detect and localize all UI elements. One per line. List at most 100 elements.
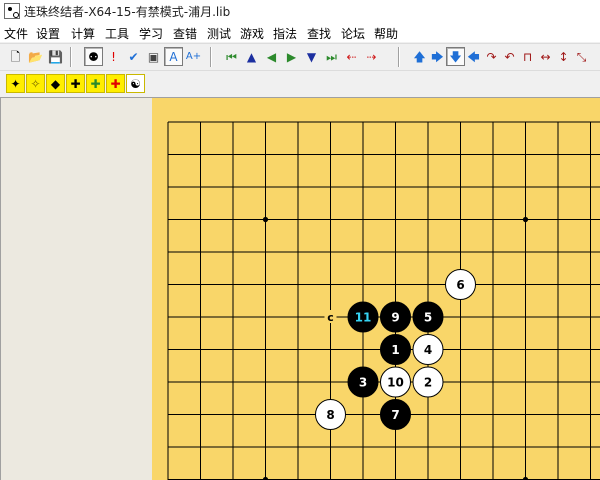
flip-horizontal-button[interactable]: ↔ xyxy=(536,47,555,66)
stone-move-number: 6 xyxy=(456,278,464,292)
yin-yang-button[interactable]: ☯ xyxy=(126,74,145,93)
new-file-icon: 🗋 xyxy=(10,49,21,64)
menu-check-errors[interactable]: 查错 xyxy=(173,25,197,42)
menu-test[interactable]: 测试 xyxy=(207,25,231,42)
dotted-star-button[interactable]: ✧ xyxy=(26,74,45,93)
left-triangle-button[interactable]: ◀ xyxy=(262,47,281,66)
arrow-left-button[interactable]: 🡄 xyxy=(464,47,483,66)
star-point xyxy=(522,216,529,223)
new-file-button[interactable]: 🗋 xyxy=(6,47,25,66)
down-triangle-icon: ▼ xyxy=(306,49,317,64)
right-triangle-button[interactable]: ▶ xyxy=(282,47,301,66)
menu-search[interactable]: 查找 xyxy=(307,25,331,42)
branch-right-icon: ⇢ xyxy=(366,49,377,64)
toolbar-separator xyxy=(210,47,212,67)
stone-move-number: 2 xyxy=(424,376,432,390)
exclamation-button[interactable]: ! xyxy=(104,47,123,66)
font-a-plus-icon: A+ xyxy=(185,50,202,62)
menu-fingering[interactable]: 指法 xyxy=(273,25,297,42)
stone-move-number: 11 xyxy=(355,311,372,325)
diagonal-swap-icon: ⤡ xyxy=(576,49,587,64)
stones-button[interactable]: ⚉ xyxy=(84,47,103,66)
app-icon xyxy=(4,3,20,19)
stone-move-number: 3 xyxy=(359,376,367,390)
window-title: 连珠终结者-X64-15-有禁模式-浦月.lib xyxy=(24,5,231,19)
menu-settings[interactable]: 设置 xyxy=(36,25,60,42)
yellow-cross-icon: ✚ xyxy=(70,76,81,91)
board-area: c 1 2 3 4 5 6 7 8 9 10 11 xyxy=(152,97,600,480)
black-diamond-button[interactable]: ◆ xyxy=(46,74,65,93)
sparkle-star-icon: ✦ xyxy=(10,76,21,91)
sparkle-star-button[interactable]: ✦ xyxy=(6,74,25,93)
down-triangle-button[interactable]: ▼ xyxy=(302,47,321,66)
flip-vertical-button[interactable]: ↕ xyxy=(554,47,573,66)
save-button[interactable]: 💾 xyxy=(46,47,65,66)
yellow-cross-button[interactable]: ✚ xyxy=(66,74,85,93)
first-move-button[interactable]: ⏮ xyxy=(222,47,241,66)
stone-move-number: 9 xyxy=(391,311,399,325)
toolbar-separator xyxy=(70,47,72,67)
open-folder-button[interactable]: 📂 xyxy=(26,47,45,66)
diagonal-swap-button[interactable]: ⤡ xyxy=(572,47,591,66)
stone-move-number: 8 xyxy=(326,408,334,422)
menu-learn[interactable]: 学习 xyxy=(139,25,163,42)
flip-u-button[interactable]: ⊓ xyxy=(518,47,537,66)
arrow-left-icon: 🡄 xyxy=(467,49,480,64)
image-button[interactable]: ▣ xyxy=(144,47,163,66)
exclamation-icon: ! xyxy=(111,49,116,64)
menu-forum[interactable]: 论坛 xyxy=(341,25,365,42)
board-mark-label: c xyxy=(327,311,334,324)
green-cross-button[interactable]: ✚ xyxy=(86,74,105,93)
font-a-icon: A xyxy=(169,49,178,64)
stone-move-number: 4 xyxy=(424,343,432,357)
rotate-cw-button[interactable]: ↷ xyxy=(482,47,501,66)
branch-left-icon: ⇠ xyxy=(346,49,357,64)
rotate-ccw-button[interactable]: ↶ xyxy=(500,47,519,66)
stone-move-number: 7 xyxy=(391,408,399,422)
menu-file[interactable]: 文件 xyxy=(4,25,28,42)
up-triangle-button[interactable]: ▲ xyxy=(242,47,261,66)
black-diamond-icon: ◆ xyxy=(50,76,61,91)
rotate-cw-icon: ↷ xyxy=(486,49,497,64)
arrow-right-icon: 🡆 xyxy=(431,49,444,64)
flip-horizontal-icon: ↔ xyxy=(540,49,551,64)
branch-right-button[interactable]: ⇢ xyxy=(362,47,381,66)
flip-u-icon: ⊓ xyxy=(522,49,533,64)
red-cross-button[interactable]: ✚ xyxy=(106,74,125,93)
green-cross-icon: ✚ xyxy=(90,76,101,91)
title-bar: 连珠终结者-X64-15-有禁模式-浦月.lib xyxy=(0,0,600,22)
stone-move-number: 10 xyxy=(387,376,404,390)
stone-move-number: 1 xyxy=(391,343,399,357)
yin-yang-icon: ☯ xyxy=(130,76,141,91)
dotted-star-icon: ✧ xyxy=(30,76,41,91)
gomoku-board[interactable]: c 1 2 3 4 5 6 7 8 9 10 11 xyxy=(152,98,600,480)
open-folder-icon: 📂 xyxy=(28,49,43,64)
star-point xyxy=(262,216,269,223)
check-icon: ✔ xyxy=(128,49,139,64)
font-a-plus-button[interactable]: A+ xyxy=(184,47,203,66)
check-button[interactable]: ✔ xyxy=(124,47,143,66)
menu-game[interactable]: 游戏 xyxy=(240,25,264,42)
menu-tools[interactable]: 工具 xyxy=(105,25,129,42)
save-icon: 💾 xyxy=(48,49,63,64)
marker-toolbar: ✦ ✧ ◆ ✚ ✚ ✚ ☯ xyxy=(0,70,600,96)
stone-move-number: 5 xyxy=(424,311,432,325)
branch-left-button[interactable]: ⇠ xyxy=(342,47,361,66)
arrow-up-button[interactable]: 🡅 xyxy=(410,47,429,66)
info-panel xyxy=(0,97,152,480)
up-triangle-icon: ▲ xyxy=(246,49,257,64)
arrow-right-button[interactable]: 🡆 xyxy=(428,47,447,66)
stones-icon: ⚉ xyxy=(88,49,99,64)
toolbar-separator xyxy=(398,47,400,67)
red-cross-icon: ✚ xyxy=(110,76,121,91)
last-move-button[interactable]: ⏭ xyxy=(322,47,341,66)
menu-help[interactable]: 帮助 xyxy=(374,25,398,42)
flip-vertical-icon: ↕ xyxy=(558,49,569,64)
image-icon: ▣ xyxy=(147,49,160,64)
menu-compute[interactable]: 计算 xyxy=(71,25,95,42)
font-a-button[interactable]: A xyxy=(164,47,183,66)
arrow-down-icon: 🡇 xyxy=(449,49,462,64)
right-triangle-icon: ▶ xyxy=(286,49,297,64)
left-triangle-icon: ◀ xyxy=(266,49,277,64)
arrow-down-button[interactable]: 🡇 xyxy=(446,47,465,66)
